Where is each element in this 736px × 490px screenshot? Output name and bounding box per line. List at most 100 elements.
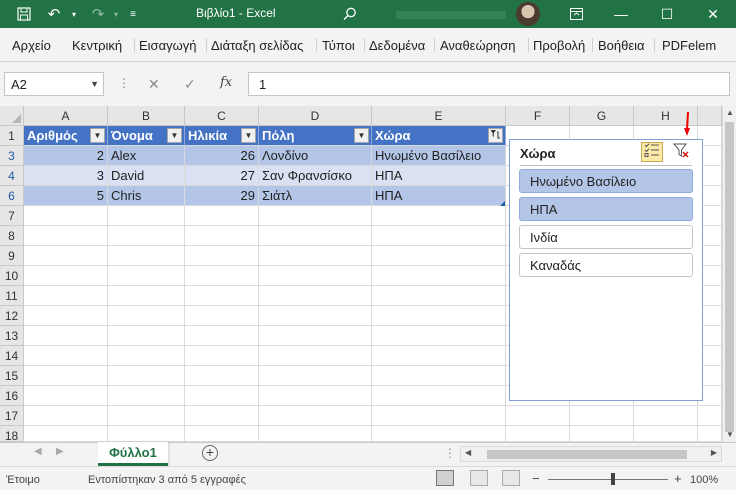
empty-cell[interactable] <box>259 306 372 326</box>
empty-cell[interactable] <box>372 286 506 306</box>
empty-cell[interactable] <box>185 286 259 306</box>
column-header-b[interactable]: B <box>108 106 185 126</box>
tab-insert[interactable]: Εισαγωγή <box>139 38 196 53</box>
empty-cell[interactable] <box>372 326 506 346</box>
table-resize-handle[interactable] <box>500 201 505 206</box>
empty-cell[interactable] <box>108 206 185 226</box>
slicer-item[interactable]: Καναδάς <box>519 253 693 277</box>
row-header[interactable]: 3 <box>0 146 24 166</box>
empty-cell[interactable] <box>634 406 698 426</box>
tab-file[interactable]: Αρχείο <box>12 38 51 53</box>
empty-cell[interactable] <box>24 426 108 442</box>
column-header-partial[interactable] <box>698 106 722 126</box>
row-header[interactable]: 7 <box>0 206 24 226</box>
name-box[interactable]: A2 ▼ <box>4 72 104 96</box>
sheet-tab-active[interactable]: Φύλλο1 <box>98 442 168 466</box>
add-sheet-button[interactable]: + <box>202 445 218 461</box>
empty-cell[interactable] <box>108 306 185 326</box>
empty-cell[interactable] <box>24 306 108 326</box>
tab-pdfelement[interactable]: PDFelem <box>662 38 716 53</box>
slicer-panel[interactable]: Χώρα Ηνωμένο Βασίλειο ΗΠΑ Ινδία Καναδάς <box>509 139 703 401</box>
close-button[interactable]: ✕ <box>690 0 736 28</box>
save-icon[interactable] <box>14 4 34 24</box>
empty-cell[interactable] <box>185 306 259 326</box>
empty-cell[interactable] <box>185 386 259 406</box>
previous-sheet-icon[interactable]: ◀ <box>34 446 42 457</box>
filter-dropdown-button[interactable]: ▼ <box>90 128 105 143</box>
empty-cell[interactable] <box>259 406 372 426</box>
empty-cell[interactable] <box>506 426 570 442</box>
avatar[interactable] <box>516 2 540 26</box>
empty-cell[interactable] <box>185 226 259 246</box>
empty-cell[interactable] <box>108 386 185 406</box>
empty-cell[interactable] <box>108 286 185 306</box>
empty-cell[interactable] <box>372 226 506 246</box>
redo-dropdown-icon[interactable]: ▾ <box>110 4 122 24</box>
zoom-slider[interactable] <box>548 479 668 480</box>
redo-icon[interactable]: ↷ <box>88 4 108 24</box>
customize-qat-icon[interactable]: ≡ <box>126 4 140 24</box>
empty-cell[interactable] <box>259 206 372 226</box>
filter-dropdown-button[interactable]: ▼ <box>167 128 182 143</box>
slicer-item[interactable]: Ηνωμένο Βασίλειο <box>519 169 693 193</box>
empty-cell[interactable] <box>24 266 108 286</box>
filter-dropdown-button[interactable]: ▼ <box>241 128 256 143</box>
table-cell[interactable]: 2 <box>24 146 108 166</box>
tab-data[interactable]: Δεδομένα <box>369 38 425 53</box>
table-cell[interactable]: ΗΠΑ <box>372 186 506 206</box>
undo-icon[interactable]: ↶ <box>44 4 64 24</box>
table-cell[interactable]: David <box>108 166 185 186</box>
row-header[interactable]: 15 <box>0 366 24 386</box>
zoom-out-button[interactable]: − <box>532 471 540 486</box>
empty-cell[interactable] <box>372 346 506 366</box>
next-sheet-icon[interactable]: ▶ <box>56 446 64 457</box>
empty-cell[interactable] <box>185 266 259 286</box>
normal-view-icon[interactable] <box>436 470 454 486</box>
table-cell[interactable]: 5 <box>24 186 108 206</box>
row-header[interactable]: 6 <box>0 186 24 206</box>
page-layout-view-icon[interactable] <box>470 470 488 486</box>
maximize-button[interactable]: ☐ <box>644 0 690 28</box>
empty-cell[interactable] <box>259 226 372 246</box>
empty-cell[interactable] <box>24 206 108 226</box>
clear-filter-icon[interactable] <box>670 142 692 162</box>
row-header[interactable]: 17 <box>0 406 24 426</box>
empty-cell[interactable] <box>570 426 634 442</box>
empty-cell[interactable] <box>108 426 185 442</box>
empty-cell[interactable] <box>259 346 372 366</box>
zoom-slider-thumb[interactable] <box>611 473 615 485</box>
row-header[interactable]: 1 <box>0 126 24 146</box>
filter-applied-icon[interactable] <box>488 128 503 143</box>
scroll-down-icon[interactable]: ▼ <box>723 428 736 442</box>
empty-cell[interactable] <box>372 406 506 426</box>
empty-cell[interactable] <box>698 406 722 426</box>
empty-cell[interactable] <box>185 326 259 346</box>
column-header-a[interactable]: A <box>24 106 108 126</box>
tab-split-grip-icon[interactable]: ⋮ <box>444 446 456 460</box>
table-cell[interactable]: Λονδίνο <box>259 146 372 166</box>
tab-page-layout[interactable]: Διάταξη σελίδας <box>211 38 303 53</box>
confirm-entry-icon[interactable]: ✓ <box>184 76 196 93</box>
scroll-left-icon[interactable]: ◀ <box>465 448 471 457</box>
table-header-cell[interactable]: Πόλη ▼ <box>259 126 372 146</box>
empty-cell[interactable] <box>108 326 185 346</box>
table-header-cell[interactable]: Ηλικία ▼ <box>185 126 259 146</box>
table-header-cell[interactable]: Όνομα ▼ <box>108 126 185 146</box>
insert-function-icon[interactable]: fx <box>220 75 232 90</box>
empty-cell[interactable] <box>698 426 722 442</box>
empty-cell[interactable] <box>259 366 372 386</box>
row-header[interactable]: 11 <box>0 286 24 306</box>
empty-cell[interactable] <box>372 246 506 266</box>
tab-help[interactable]: Βοήθεια <box>598 38 645 53</box>
empty-cell[interactable] <box>372 366 506 386</box>
table-cell[interactable]: Chris <box>108 186 185 206</box>
search-icon[interactable] <box>340 4 360 24</box>
table-cell[interactable]: 26 <box>185 146 259 166</box>
empty-cell[interactable] <box>372 206 506 226</box>
cancel-entry-icon[interactable]: ✕ <box>148 76 160 93</box>
ribbon-display-icon[interactable] <box>566 4 586 24</box>
empty-cell[interactable] <box>185 406 259 426</box>
empty-cell[interactable] <box>259 246 372 266</box>
empty-cell[interactable] <box>24 386 108 406</box>
table-header-cell[interactable]: Αριθμός ▼ <box>24 126 108 146</box>
